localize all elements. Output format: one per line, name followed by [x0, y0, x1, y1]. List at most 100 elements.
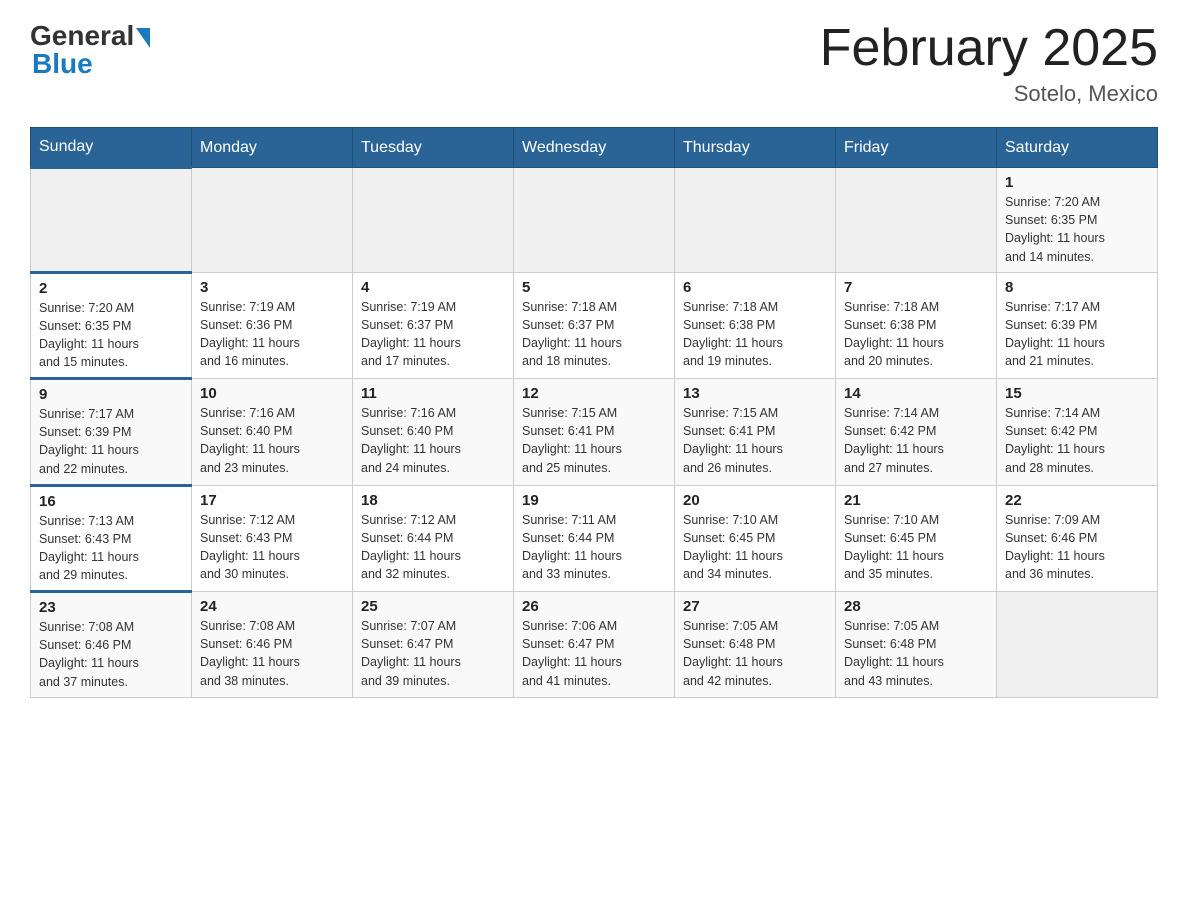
day-number: 4 [361, 279, 505, 296]
day-number: 17 [200, 492, 344, 509]
calendar-table: SundayMondayTuesdayWednesdayThursdayFrid… [30, 127, 1158, 698]
calendar-cell: 13 Sunrise: 7:15 AM Sunset: 6:41 PM Dayli… [675, 379, 836, 486]
day-info: Sunrise: 7:06 AM Sunset: 6:47 PM Dayligh… [522, 617, 666, 690]
calendar-cell: 26Sunrise: 7:06 AM Sunset: 6:47 PM Dayli… [514, 592, 675, 698]
day-number: 8 [1005, 279, 1149, 296]
day-number: 27 [683, 598, 827, 615]
calendar-cell: 21 Sunrise: 7:10 AM Sunset: 6:45 PM Dayli… [836, 485, 997, 592]
calendar-cell: 28 Sunrise: 7:05 AM Sunset: 6:48 PM Dayli… [836, 592, 997, 698]
day-number: 3 [200, 279, 344, 296]
day-number: 13 [683, 385, 827, 402]
calendar-cell: 8 Sunrise: 7:17 AM Sunset: 6:39 PM Daylig… [997, 272, 1158, 379]
day-info: Sunrise: 7:16 AM Sunset: 6:40 PM Dayligh… [361, 404, 505, 477]
calendar-cell [353, 168, 514, 273]
month-title: February 2025 [820, 20, 1158, 77]
day-info: Sunrise: 7:20 AM Sunset: 6:35 PM Dayligh… [1005, 193, 1149, 266]
week-row-1: 1 Sunrise: 7:20 AM Sunset: 6:35 PM Daylig… [31, 168, 1158, 273]
day-number: 6 [683, 279, 827, 296]
calendar-cell: 14 Sunrise: 7:14 AM Sunset: 6:42 PM Dayli… [836, 379, 997, 486]
calendar-cell: 24 Sunrise: 7:08 AM Sunset: 6:46 PM Dayli… [192, 592, 353, 698]
calendar-cell: 6 Sunrise: 7:18 AM Sunset: 6:38 PM Daylig… [675, 272, 836, 379]
logo-blue-text: Blue [32, 48, 93, 80]
day-info: Sunrise: 7:13 AM Sunset: 6:43 PM Dayligh… [39, 512, 183, 585]
location-text: Sotelo, Mexico [820, 81, 1158, 107]
day-number: 28 [844, 598, 988, 615]
day-info: Sunrise: 7:14 AM Sunset: 6:42 PM Dayligh… [844, 404, 988, 477]
day-info: Sunrise: 7:05 AM Sunset: 6:48 PM Dayligh… [844, 617, 988, 690]
weekday-header-wednesday: Wednesday [514, 128, 675, 168]
day-number: 24 [200, 598, 344, 615]
day-number: 7 [844, 279, 988, 296]
calendar-cell: 10 Sunrise: 7:16 AM Sunset: 6:40 PM Dayli… [192, 379, 353, 486]
day-info: Sunrise: 7:09 AM Sunset: 6:46 PM Dayligh… [1005, 511, 1149, 584]
day-number: 23 [39, 599, 183, 616]
weekday-header-tuesday: Tuesday [353, 128, 514, 168]
page-header: General Blue February 2025 Sotelo, Mexic… [30, 20, 1158, 107]
calendar-cell [675, 168, 836, 273]
day-info: Sunrise: 7:19 AM Sunset: 6:36 PM Dayligh… [200, 298, 344, 371]
calendar-cell: 17 Sunrise: 7:12 AM Sunset: 6:43 PM Dayli… [192, 485, 353, 592]
day-info: Sunrise: 7:15 AM Sunset: 6:41 PM Dayligh… [683, 404, 827, 477]
calendar-cell: 23 Sunrise: 7:08 AM Sunset: 6:46 PM Dayli… [31, 592, 192, 698]
calendar-cell: 27Sunrise: 7:05 AM Sunset: 6:48 PM Dayli… [675, 592, 836, 698]
day-number: 18 [361, 492, 505, 509]
calendar-cell: 16 Sunrise: 7:13 AM Sunset: 6:43 PM Dayli… [31, 485, 192, 592]
day-info: Sunrise: 7:20 AM Sunset: 6:35 PM Dayligh… [39, 299, 183, 372]
day-info: Sunrise: 7:10 AM Sunset: 6:45 PM Dayligh… [844, 511, 988, 584]
logo: General Blue [30, 20, 150, 80]
day-info: Sunrise: 7:18 AM Sunset: 6:37 PM Dayligh… [522, 298, 666, 371]
day-info: Sunrise: 7:10 AM Sunset: 6:45 PM Dayligh… [683, 511, 827, 584]
day-number: 16 [39, 493, 183, 510]
weekday-header-row: SundayMondayTuesdayWednesdayThursdayFrid… [31, 128, 1158, 168]
weekday-header-monday: Monday [192, 128, 353, 168]
day-info: Sunrise: 7:08 AM Sunset: 6:46 PM Dayligh… [39, 618, 183, 691]
day-info: Sunrise: 7:16 AM Sunset: 6:40 PM Dayligh… [200, 404, 344, 477]
day-info: Sunrise: 7:18 AM Sunset: 6:38 PM Dayligh… [683, 298, 827, 371]
calendar-cell [192, 168, 353, 273]
day-info: Sunrise: 7:17 AM Sunset: 6:39 PM Dayligh… [39, 405, 183, 478]
day-number: 14 [844, 385, 988, 402]
day-number: 11 [361, 385, 505, 402]
calendar-cell: 3 Sunrise: 7:19 AM Sunset: 6:36 PM Daylig… [192, 272, 353, 379]
week-row-3: 9 Sunrise: 7:17 AM Sunset: 6:39 PM Daylig… [31, 379, 1158, 486]
day-info: Sunrise: 7:08 AM Sunset: 6:46 PM Dayligh… [200, 617, 344, 690]
calendar-cell: 18 Sunrise: 7:12 AM Sunset: 6:44 PM Dayli… [353, 485, 514, 592]
day-number: 10 [200, 385, 344, 402]
day-info: Sunrise: 7:19 AM Sunset: 6:37 PM Dayligh… [361, 298, 505, 371]
weekday-header-saturday: Saturday [997, 128, 1158, 168]
calendar-cell: 25 Sunrise: 7:07 AM Sunset: 6:47 PM Dayli… [353, 592, 514, 698]
calendar-cell: 19 Sunrise: 7:11 AM Sunset: 6:44 PM Dayli… [514, 485, 675, 592]
day-number: 19 [522, 492, 666, 509]
calendar-cell: 4 Sunrise: 7:19 AM Sunset: 6:37 PM Daylig… [353, 272, 514, 379]
week-row-2: 2 Sunrise: 7:20 AM Sunset: 6:35 PM Daylig… [31, 272, 1158, 379]
calendar-cell: 7 Sunrise: 7:18 AM Sunset: 6:38 PM Daylig… [836, 272, 997, 379]
day-info: Sunrise: 7:14 AM Sunset: 6:42 PM Dayligh… [1005, 404, 1149, 477]
day-info: Sunrise: 7:12 AM Sunset: 6:43 PM Dayligh… [200, 511, 344, 584]
day-info: Sunrise: 7:12 AM Sunset: 6:44 PM Dayligh… [361, 511, 505, 584]
week-row-5: 23 Sunrise: 7:08 AM Sunset: 6:46 PM Dayli… [31, 592, 1158, 698]
calendar-cell: 15 Sunrise: 7:14 AM Sunset: 6:42 PM Dayli… [997, 379, 1158, 486]
logo-triangle-icon [136, 28, 150, 48]
day-info: Sunrise: 7:15 AM Sunset: 6:41 PM Dayligh… [522, 404, 666, 477]
calendar-cell: 11 Sunrise: 7:16 AM Sunset: 6:40 PM Dayli… [353, 379, 514, 486]
day-number: 9 [39, 386, 183, 403]
calendar-cell: 9 Sunrise: 7:17 AM Sunset: 6:39 PM Daylig… [31, 379, 192, 486]
calendar-cell: 12 Sunrise: 7:15 AM Sunset: 6:41 PM Dayli… [514, 379, 675, 486]
day-info: Sunrise: 7:18 AM Sunset: 6:38 PM Dayligh… [844, 298, 988, 371]
day-number: 12 [522, 385, 666, 402]
weekday-header-thursday: Thursday [675, 128, 836, 168]
day-info: Sunrise: 7:11 AM Sunset: 6:44 PM Dayligh… [522, 511, 666, 584]
calendar-cell [836, 168, 997, 273]
day-number: 15 [1005, 385, 1149, 402]
weekday-header-friday: Friday [836, 128, 997, 168]
day-info: Sunrise: 7:17 AM Sunset: 6:39 PM Dayligh… [1005, 298, 1149, 371]
calendar-cell: 2 Sunrise: 7:20 AM Sunset: 6:35 PM Daylig… [31, 272, 192, 379]
day-number: 2 [39, 280, 183, 297]
day-number: 21 [844, 492, 988, 509]
day-number: 25 [361, 598, 505, 615]
calendar-cell [514, 168, 675, 273]
day-number: 1 [1005, 174, 1149, 191]
calendar-cell: 5Sunrise: 7:18 AM Sunset: 6:37 PM Daylig… [514, 272, 675, 379]
weekday-header-sunday: Sunday [31, 128, 192, 168]
day-info: Sunrise: 7:07 AM Sunset: 6:47 PM Dayligh… [361, 617, 505, 690]
